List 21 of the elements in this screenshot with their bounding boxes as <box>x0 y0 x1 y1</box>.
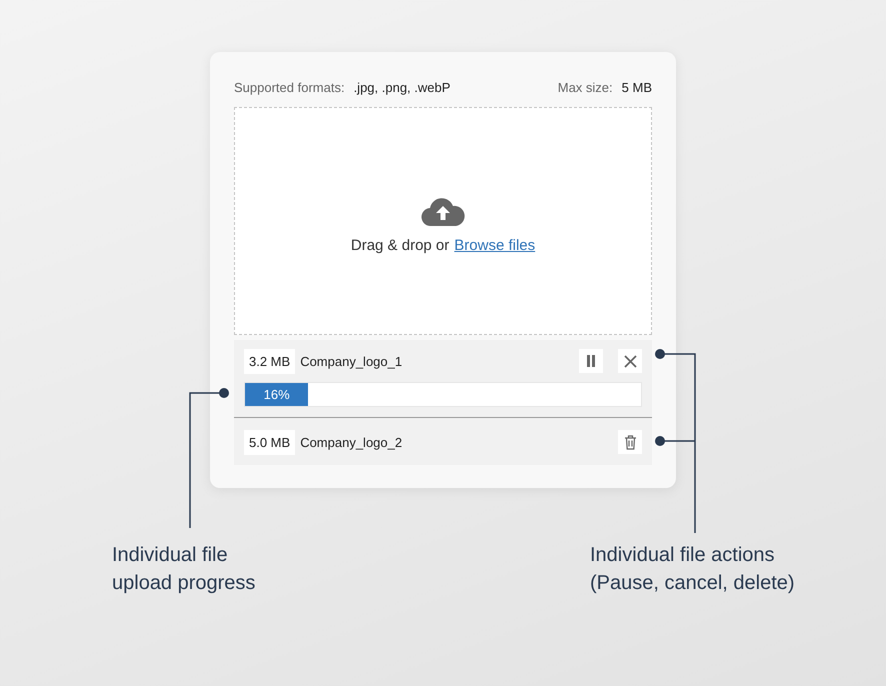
close-icon <box>624 354 636 368</box>
drop-zone[interactable]: Drag & drop or Browse files <box>234 107 652 335</box>
pause-icon <box>586 355 596 367</box>
annotation-text: Individual file upload progress <box>112 543 256 596</box>
browse-link[interactable]: Browse files <box>454 236 536 254</box>
pause-button[interactable] <box>579 349 603 373</box>
size-label: Max size: <box>558 80 613 97</box>
cloud-upload-icon <box>421 196 465 226</box>
file-name: Company_logo_2 <box>300 434 404 450</box>
delete-button[interactable] <box>618 430 642 454</box>
drop-text: Drag & drop or <box>350 236 450 254</box>
file-name: Company_logo_1 <box>300 354 404 368</box>
file-size: 3.2 MB <box>244 348 296 374</box>
annotation-text: Individual file actions (Pause, cancel, delete) <box>590 543 795 596</box>
trash-icon <box>624 434 636 450</box>
file-size: 5.0 MB <box>244 430 296 454</box>
formats-value: .jpg, .png, .webP <box>354 80 450 97</box>
formats-label: Supported formats: <box>234 80 345 97</box>
cancel-button[interactable] <box>618 349 642 373</box>
progress-percent: 16% <box>262 387 291 402</box>
size-value: 5 MB <box>622 80 652 97</box>
